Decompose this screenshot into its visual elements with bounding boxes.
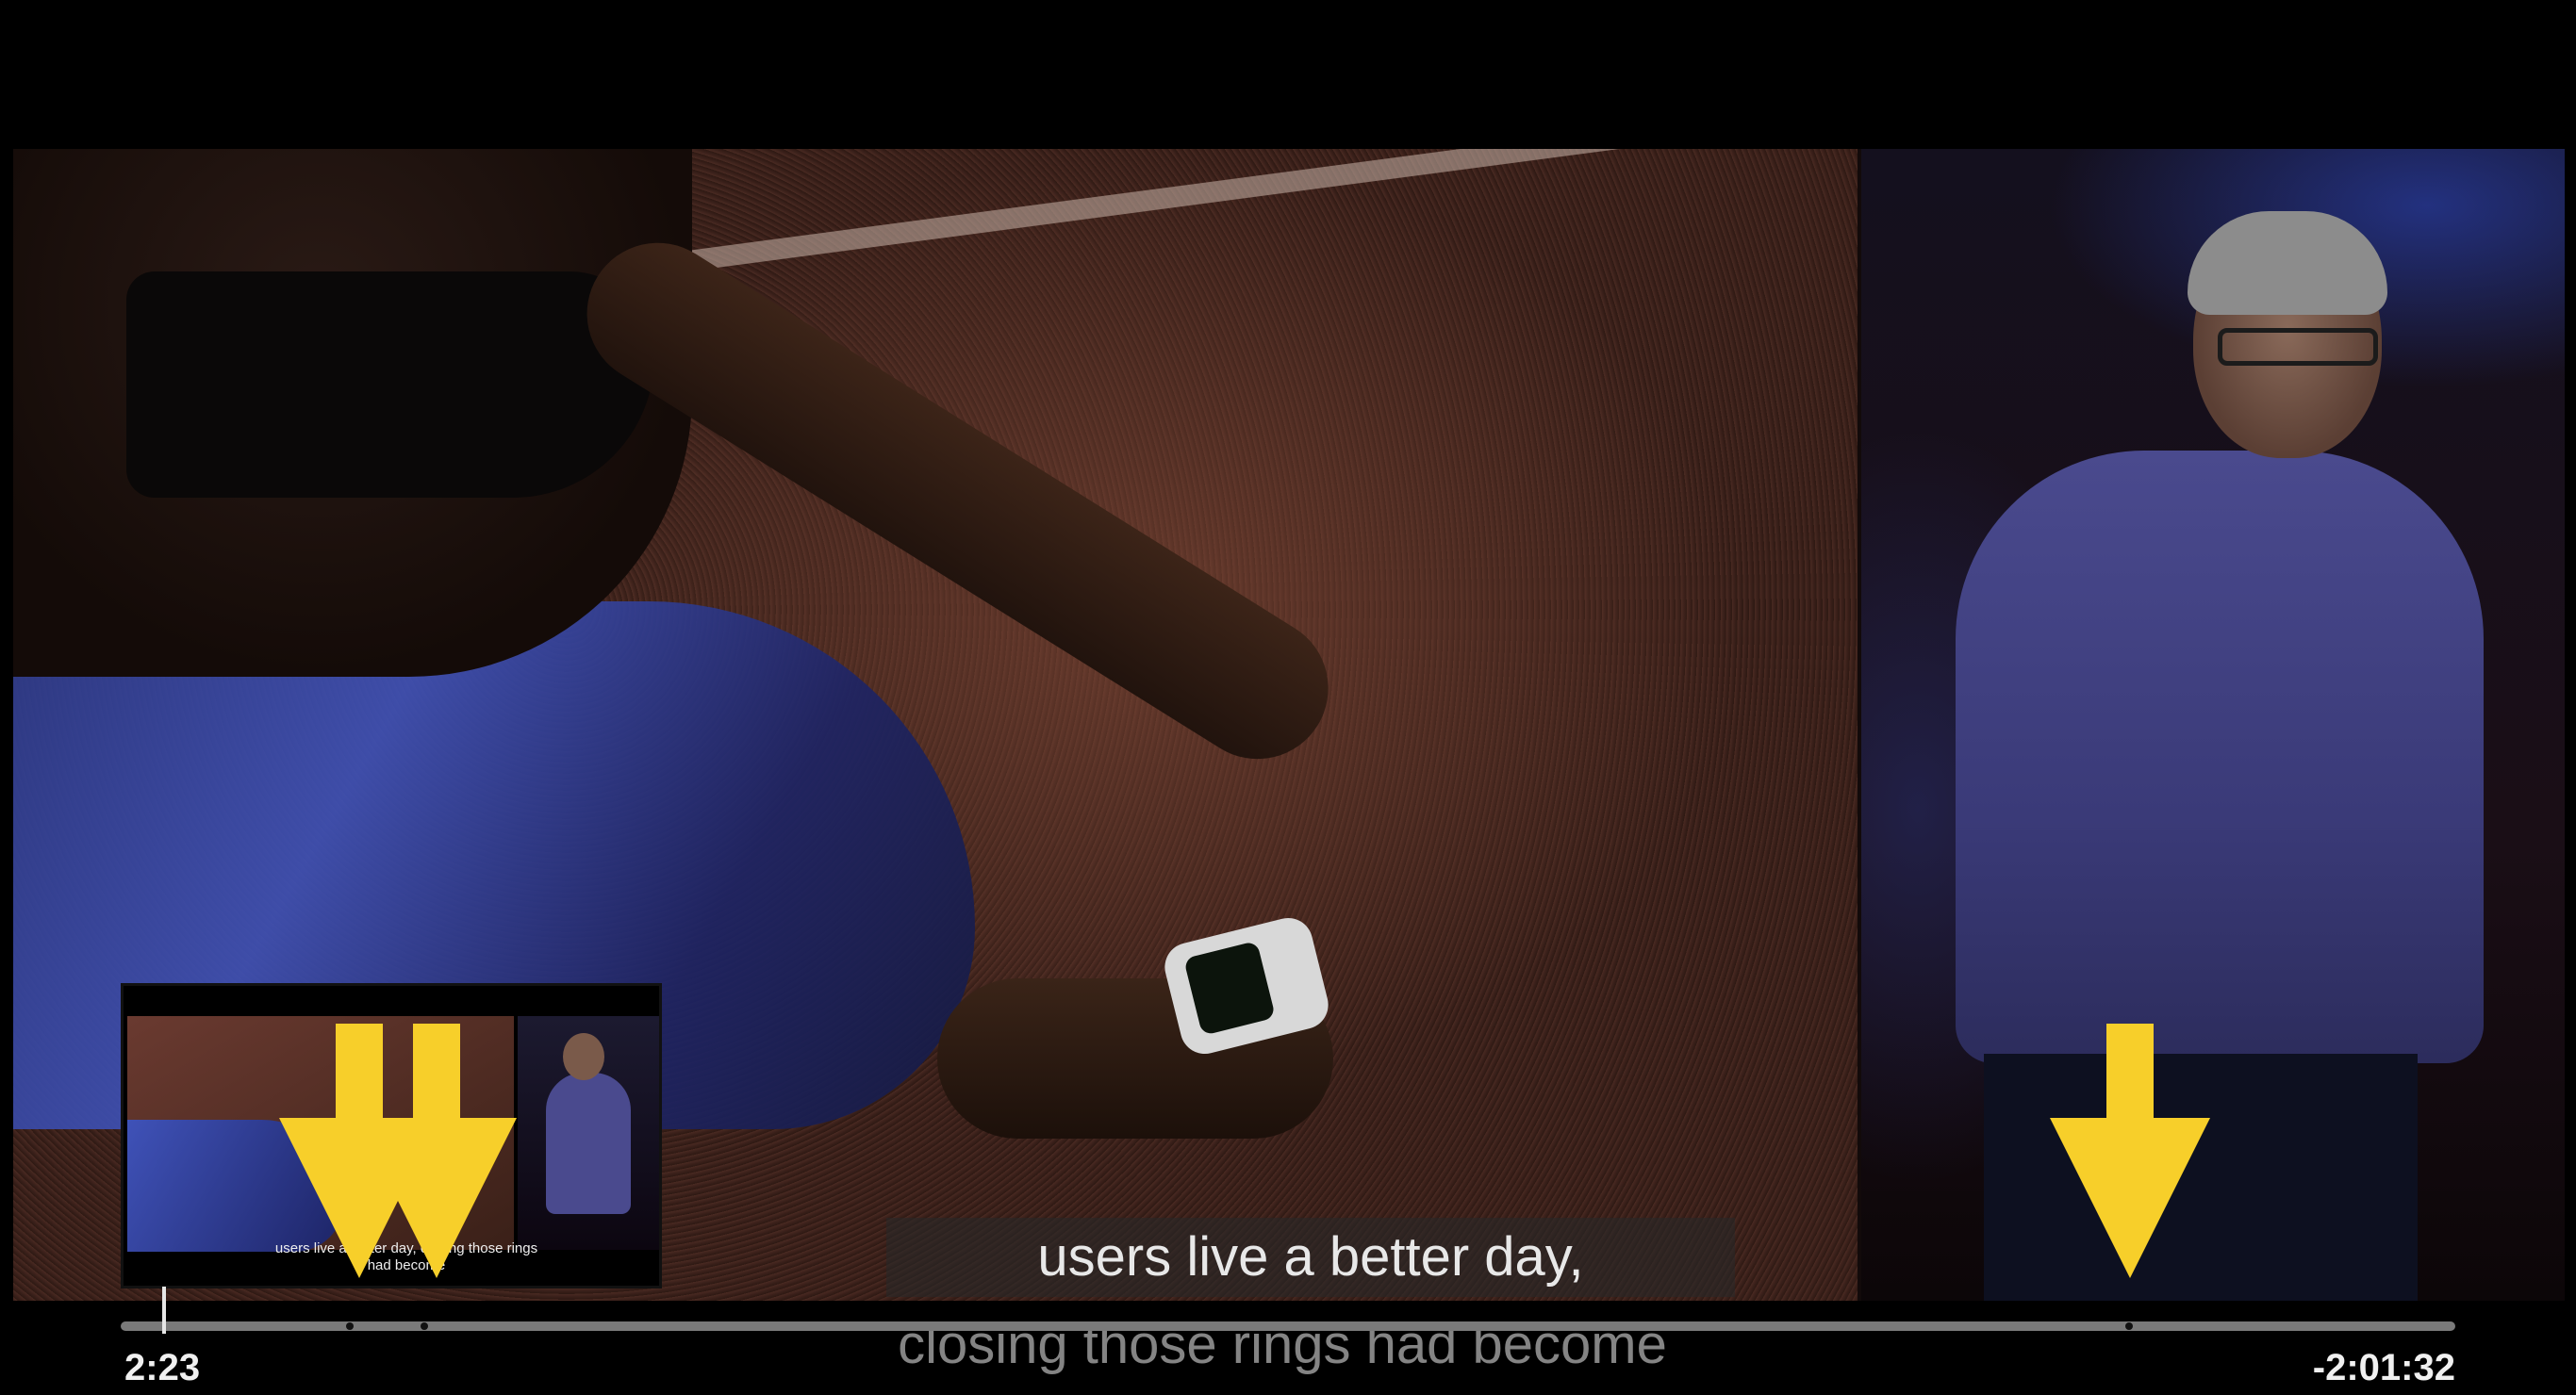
playhead[interactable]	[162, 1287, 166, 1334]
athlete-sports-top	[126, 271, 654, 498]
subtitle-line-1: users live a better day,	[886, 1218, 1735, 1297]
remaining-time: -2:01:32	[2312, 1347, 2455, 1388]
down-arrow-icon	[356, 1024, 517, 1278]
thumbnail-presenter-scene	[518, 1016, 659, 1250]
thumbnail-presenter	[546, 1073, 631, 1214]
presenter-scene	[1861, 149, 2565, 1301]
chapter-marker[interactable]	[346, 1322, 354, 1330]
playback-scrubber[interactable]	[121, 1321, 2455, 1331]
thumbnail-presenter-head	[563, 1033, 604, 1080]
letterbox-top	[0, 0, 2576, 149]
subtitle-line-2: closing those rings had become	[898, 1314, 1667, 1375]
down-arrow-icon	[2050, 1024, 2210, 1278]
presenter-glasses	[2218, 328, 2378, 366]
track-lane-line	[671, 149, 1984, 273]
presenter-hair	[2188, 211, 2387, 315]
chapter-marker[interactable]	[2125, 1322, 2133, 1330]
elapsed-time: 2:23	[124, 1347, 201, 1388]
chapter-marker[interactable]	[421, 1322, 428, 1330]
presenter-shirt	[1956, 451, 2484, 1063]
watch-face	[1183, 940, 1277, 1036]
video-player[interactable]: users live a better day, closing those r…	[0, 0, 2576, 1395]
